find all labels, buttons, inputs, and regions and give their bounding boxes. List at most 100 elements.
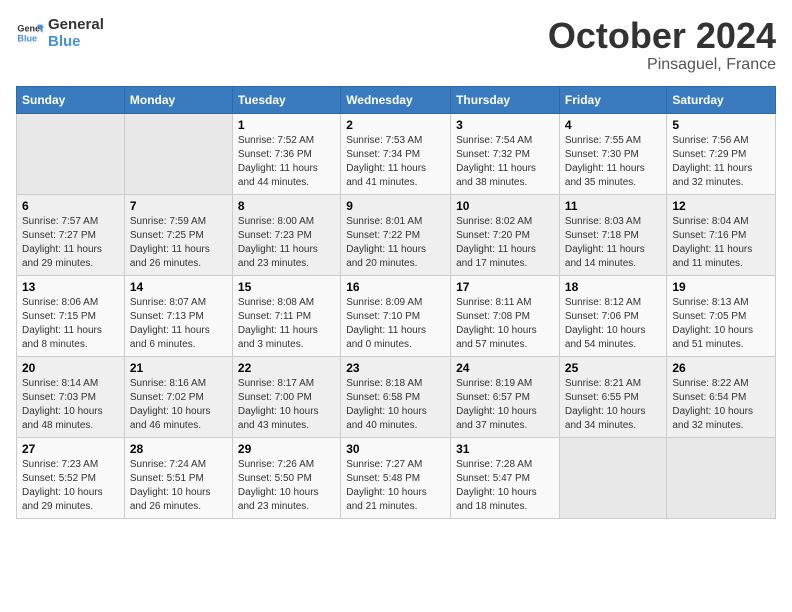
day-info: Sunrise: 8:07 AMSunset: 7:13 PMDaylight:… [130,296,227,352]
day-number: 23 [346,361,445,375]
day-info: Sunrise: 8:14 AMSunset: 7:03 PMDaylight:… [22,377,119,433]
calendar-week-3: 13Sunrise: 8:06 AMSunset: 7:15 PMDayligh… [17,275,776,356]
weekday-header-friday: Friday [559,86,666,113]
day-info: Sunrise: 8:12 AMSunset: 7:06 PMDaylight:… [565,296,661,352]
calendar-cell: 30 Sunrise: 7:27 AMSunset: 5:48 PMDayligh… [341,437,451,518]
calendar-cell: 5 Sunrise: 7:56 AMSunset: 7:29 PMDaylight… [667,113,776,194]
day-number: 21 [130,361,227,375]
weekday-header-saturday: Saturday [667,86,776,113]
day-info: Sunrise: 7:54 AMSunset: 7:32 PMDaylight:… [456,134,554,190]
day-info: Sunrise: 8:13 AMSunset: 7:05 PMDaylight:… [672,296,770,352]
calendar-cell [17,113,125,194]
title-block: October 2024 Pinsaguel, France [548,16,776,74]
calendar-cell: 21Sunrise: 8:16 AMSunset: 7:02 PMDayligh… [124,356,232,437]
weekday-header-wednesday: Wednesday [341,86,451,113]
day-info: Sunrise: 8:19 AMSunset: 6:57 PMDaylight:… [456,377,554,433]
day-info: Sunrise: 7:57 AMSunset: 7:27 PMDaylight:… [22,215,119,271]
calendar-cell: 25 Sunrise: 8:21 AMSunset: 6:55 PMDayligh… [559,356,666,437]
weekday-header-thursday: Thursday [451,86,560,113]
calendar-cell: 28Sunrise: 7:24 AMSunset: 5:51 PMDayligh… [124,437,232,518]
day-info: Sunrise: 7:24 AMSunset: 5:51 PMDaylight:… [130,458,227,514]
day-info: Sunrise: 8:02 AMSunset: 7:20 PMDaylight:… [456,215,554,271]
weekday-header-monday: Monday [124,86,232,113]
day-info: Sunrise: 8:01 AMSunset: 7:22 PMDaylight:… [346,215,445,271]
day-number: 22 [238,361,335,375]
page-header: General Blue General Blue October 2024 P… [16,16,776,74]
day-info: Sunrise: 7:59 AMSunset: 7:25 PMDaylight:… [130,215,227,271]
day-info: Sunrise: 7:28 AMSunset: 5:47 PMDaylight:… [456,458,554,514]
calendar-cell: 23 Sunrise: 8:18 AMSunset: 6:58 PMDayligh… [341,356,451,437]
day-info: Sunrise: 8:17 AMSunset: 7:00 PMDaylight:… [238,377,335,433]
day-number: 31 [456,442,554,456]
calendar-cell: 16 Sunrise: 8:09 AMSunset: 7:10 PMDayligh… [341,275,451,356]
logo: General Blue General Blue [16,16,104,50]
calendar-cell: 27 Sunrise: 7:23 AMSunset: 5:52 PMDayligh… [17,437,125,518]
day-number: 15 [238,280,335,294]
calendar-table: SundayMondayTuesdayWednesdayThursdayFrid… [16,86,776,519]
svg-text:Blue: Blue [17,33,37,43]
day-info: Sunrise: 7:23 AMSunset: 5:52 PMDaylight:… [22,458,119,514]
calendar-cell: 7 Sunrise: 7:59 AMSunset: 7:25 PMDaylight… [124,194,232,275]
location-subtitle: Pinsaguel, France [548,56,776,74]
calendar-cell [667,437,776,518]
month-title: October 2024 [548,16,776,56]
calendar-cell: 18 Sunrise: 8:12 AMSunset: 7:06 PMDayligh… [559,275,666,356]
day-info: Sunrise: 7:26 AMSunset: 5:50 PMDaylight:… [238,458,335,514]
calendar-cell: 14 Sunrise: 8:07 AMSunset: 7:13 PMDayligh… [124,275,232,356]
day-info: Sunrise: 8:06 AMSunset: 7:15 PMDaylight:… [22,296,119,352]
day-info: Sunrise: 8:18 AMSunset: 6:58 PMDaylight:… [346,377,445,433]
day-number: 25 [565,361,661,375]
calendar-cell [124,113,232,194]
day-info: Sunrise: 7:27 AMSunset: 5:48 PMDaylight:… [346,458,445,514]
day-info: Sunrise: 8:03 AMSunset: 7:18 PMDaylight:… [565,215,661,271]
calendar-cell: 19Sunrise: 8:13 AMSunset: 7:05 PMDayligh… [667,275,776,356]
day-info: Sunrise: 8:04 AMSunset: 7:16 PMDaylight:… [672,215,770,271]
calendar-cell: 11 Sunrise: 8:03 AMSunset: 7:18 PMDayligh… [559,194,666,275]
day-number: 18 [565,280,661,294]
calendar-cell: 4 Sunrise: 7:55 AMSunset: 7:30 PMDaylight… [559,113,666,194]
day-number: 27 [22,442,119,456]
calendar-cell: 26 Sunrise: 8:22 AMSunset: 6:54 PMDayligh… [667,356,776,437]
day-number: 11 [565,199,661,213]
day-number: 20 [22,361,119,375]
day-number: 4 [565,118,661,132]
calendar-cell: 9 Sunrise: 8:01 AMSunset: 7:22 PMDaylight… [341,194,451,275]
day-number: 5 [672,118,770,132]
day-number: 30 [346,442,445,456]
calendar-cell [559,437,666,518]
day-info: Sunrise: 7:52 AMSunset: 7:36 PMDaylight:… [238,134,335,190]
day-number: 14 [130,280,227,294]
calendar-cell: 12Sunrise: 8:04 AMSunset: 7:16 PMDayligh… [667,194,776,275]
calendar-cell: 31 Sunrise: 7:28 AMSunset: 5:47 PMDayligh… [451,437,560,518]
day-info: Sunrise: 8:21 AMSunset: 6:55 PMDaylight:… [565,377,661,433]
day-number: 2 [346,118,445,132]
weekday-header-row: SundayMondayTuesdayWednesdayThursdayFrid… [17,86,776,113]
day-number: 17 [456,280,554,294]
calendar-week-4: 20 Sunrise: 8:14 AMSunset: 7:03 PMDayligh… [17,356,776,437]
calendar-cell: 3 Sunrise: 7:54 AMSunset: 7:32 PMDaylight… [451,113,560,194]
weekday-header-sunday: Sunday [17,86,125,113]
calendar-cell: 24 Sunrise: 8:19 AMSunset: 6:57 PMDayligh… [451,356,560,437]
logo-blue: Blue [48,33,104,50]
day-number: 10 [456,199,554,213]
day-number: 1 [238,118,335,132]
day-number: 16 [346,280,445,294]
day-number: 9 [346,199,445,213]
day-info: Sunrise: 8:22 AMSunset: 6:54 PMDaylight:… [672,377,770,433]
calendar-week-1: 1 Sunrise: 7:52 AMSunset: 7:36 PMDaylight… [17,113,776,194]
day-info: Sunrise: 7:56 AMSunset: 7:29 PMDaylight:… [672,134,770,190]
day-number: 26 [672,361,770,375]
day-number: 3 [456,118,554,132]
calendar-cell: 1 Sunrise: 7:52 AMSunset: 7:36 PMDaylight… [232,113,340,194]
day-info: Sunrise: 7:55 AMSunset: 7:30 PMDaylight:… [565,134,661,190]
calendar-week-2: 6Sunrise: 7:57 AMSunset: 7:27 PMDaylight… [17,194,776,275]
day-number: 24 [456,361,554,375]
calendar-cell: 22 Sunrise: 8:17 AMSunset: 7:00 PMDayligh… [232,356,340,437]
weekday-header-tuesday: Tuesday [232,86,340,113]
day-number: 7 [130,199,227,213]
day-info: Sunrise: 8:11 AMSunset: 7:08 PMDaylight:… [456,296,554,352]
day-info: Sunrise: 8:09 AMSunset: 7:10 PMDaylight:… [346,296,445,352]
calendar-cell: 17 Sunrise: 8:11 AMSunset: 7:08 PMDayligh… [451,275,560,356]
day-number: 29 [238,442,335,456]
logo-general: General [48,16,104,33]
